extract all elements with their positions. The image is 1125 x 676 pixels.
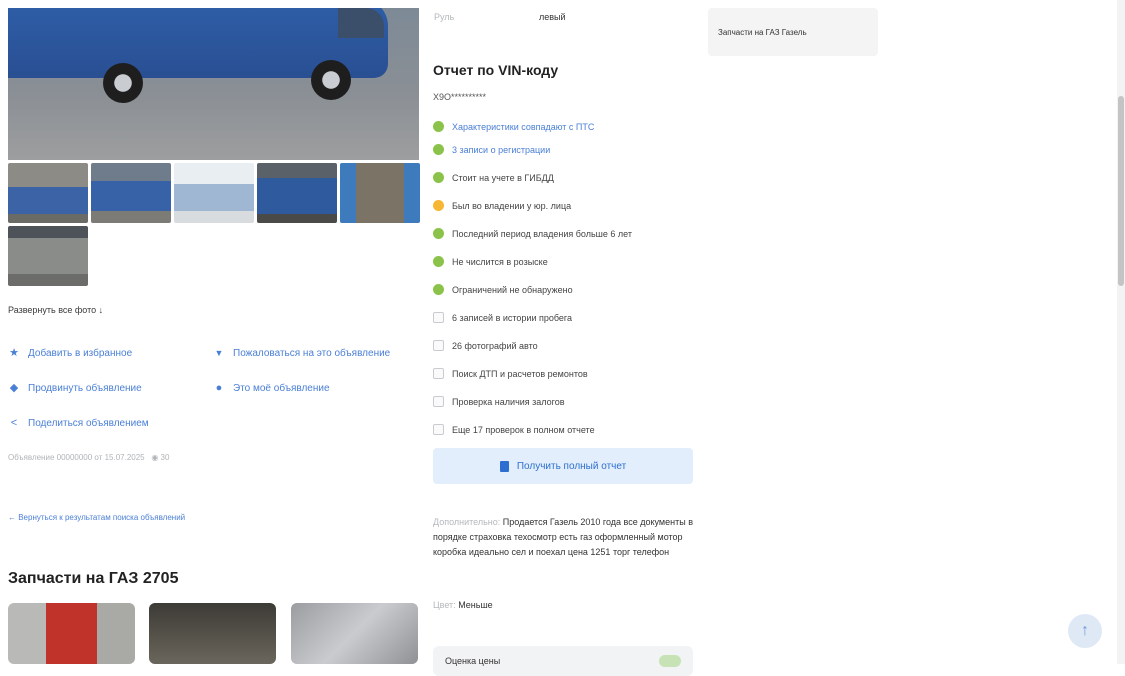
van-window bbox=[338, 8, 384, 38]
locked-check-icon bbox=[433, 368, 444, 379]
warning-circle-icon bbox=[433, 200, 444, 211]
scrollbar-thumb[interactable] bbox=[1118, 96, 1124, 286]
expand-photos-link[interactable]: Развернуть все фото ↓ bbox=[8, 305, 103, 315]
document-icon bbox=[499, 460, 509, 472]
vin-check-item: 6 записей в истории пробега bbox=[433, 312, 572, 323]
vin-code: X9O********** bbox=[433, 92, 487, 102]
vin-check-item: Стоит на учете в ГИБДД bbox=[433, 172, 554, 183]
vin-check-item: Был во владении у юр. лица bbox=[433, 200, 571, 211]
locked-check-icon bbox=[433, 424, 444, 435]
check-text: Характеристики совпадают с ПТС bbox=[452, 121, 595, 132]
toggle-icon bbox=[659, 655, 681, 667]
vin-check-item: Ограничений не обнаружено bbox=[433, 284, 573, 295]
button-label: Получить полный отчет bbox=[516, 460, 627, 472]
vin-check-item[interactable]: 3 записи о регистрации bbox=[433, 144, 550, 155]
check-circle-icon bbox=[433, 121, 444, 132]
parts-section-title: Запчасти на ГАЗ 2705 bbox=[8, 570, 179, 587]
thumbnail[interactable] bbox=[340, 163, 420, 223]
vin-check-item: Проверка наличия залогов bbox=[433, 396, 565, 407]
main-photo[interactable] bbox=[8, 8, 419, 160]
share-icon: < bbox=[10, 417, 18, 429]
person-icon: ● bbox=[215, 382, 223, 394]
vin-check-item: Не числится в розыске bbox=[433, 256, 548, 267]
get-full-report-button[interactable]: Получить полный отчет bbox=[433, 448, 693, 484]
param-steering: Руль левый bbox=[434, 12, 566, 22]
my-ad-button[interactable]: ● Это моё объявление bbox=[213, 382, 330, 394]
vin-check-item: 26 фотографий авто bbox=[433, 340, 538, 351]
vin-check-item: Последний период владения больше 6 лет bbox=[433, 228, 632, 239]
locked-check-icon bbox=[433, 340, 444, 351]
check-circle-icon bbox=[433, 228, 444, 239]
color-row: Цвет: Меньше bbox=[433, 600, 493, 610]
arrow-up-icon: ↑ bbox=[1081, 622, 1089, 639]
van-wheel bbox=[311, 60, 351, 100]
check-text: Был во владении у юр. лица bbox=[452, 200, 572, 211]
vin-check-item: Еще 17 проверок в полном отчете bbox=[433, 424, 595, 435]
check-text: 26 фотографий авто bbox=[452, 340, 538, 351]
part-card[interactable] bbox=[291, 603, 418, 664]
check-text: Не числится в розыске bbox=[452, 256, 548, 267]
param-label: Руль bbox=[434, 12, 455, 22]
locked-check-icon bbox=[433, 312, 444, 323]
action-label: Добавить в избранное bbox=[28, 347, 133, 359]
share-ad-button[interactable]: < Поделиться объявлением bbox=[8, 417, 149, 429]
check-text: Ограничений не обнаружено bbox=[452, 284, 573, 295]
description-label: Дополнительно: bbox=[433, 517, 501, 527]
param-value: левый bbox=[539, 12, 566, 22]
action-label: Продвинуть объявление bbox=[28, 382, 142, 394]
color-value: Меньше bbox=[458, 600, 493, 610]
action-label: Поделиться объявлением bbox=[28, 417, 149, 429]
view-count: 30 bbox=[160, 453, 170, 462]
vin-report-title: Отчет по VIN-коду bbox=[433, 62, 559, 78]
scroll-to-top-button[interactable]: ↑ bbox=[1068, 614, 1102, 648]
check-text: Поиск ДТП и расчетов ремонтов bbox=[452, 368, 588, 379]
action-label: Пожаловаться на это объявление bbox=[233, 347, 391, 359]
star-icon: ★ bbox=[9, 347, 19, 359]
check-text: Еще 17 проверок в полном отчете bbox=[452, 424, 595, 435]
check-circle-icon bbox=[433, 256, 444, 267]
check-circle-icon bbox=[433, 144, 444, 155]
price-estimate-card[interactable]: Оценка цены bbox=[433, 646, 693, 676]
thumbnail[interactable] bbox=[8, 226, 88, 286]
van-wheel bbox=[103, 63, 143, 103]
ad-description: Дополнительно: Продается Газель 2010 год… bbox=[433, 515, 698, 560]
check-text: 6 записей в истории пробега bbox=[452, 312, 573, 323]
price-estimate-label: Оценка цены bbox=[445, 656, 501, 666]
action-label: Это моё объявление bbox=[233, 382, 330, 394]
thumbnail[interactable] bbox=[174, 163, 254, 223]
ad-meta: Объявление 00000000 от 15.07.2025 ◉ 30 bbox=[8, 453, 169, 462]
color-label: Цвет: bbox=[433, 600, 456, 610]
part-card[interactable] bbox=[149, 603, 276, 664]
thumbnail[interactable] bbox=[8, 163, 88, 223]
check-text: Стоит на учете в ГИБДД bbox=[452, 172, 554, 183]
locked-check-icon bbox=[433, 396, 444, 407]
eye-icon: ◉ bbox=[151, 453, 159, 462]
thumbs-down-icon: ▼ bbox=[214, 348, 224, 358]
check-circle-icon bbox=[433, 284, 444, 295]
check-text: 3 записи о регистрации bbox=[452, 144, 551, 155]
check-circle-icon bbox=[433, 172, 444, 183]
thumbnail[interactable] bbox=[91, 163, 171, 223]
thumbnail[interactable] bbox=[257, 163, 337, 223]
report-ad-button[interactable]: ▼ Пожаловаться на это объявление bbox=[213, 347, 391, 359]
ad-date: Объявление 00000000 от 15.07.2025 bbox=[8, 453, 145, 462]
rocket-icon: ◆ bbox=[9, 382, 19, 394]
vin-check-item[interactable]: Характеристики совпадают с ПТС bbox=[433, 121, 594, 132]
vin-check-item: Поиск ДТП и расчетов ремонтов bbox=[433, 368, 588, 379]
check-text: Последний период владения больше 6 лет bbox=[452, 228, 632, 239]
part-card[interactable] bbox=[8, 603, 135, 664]
sidebar-parts-card[interactable]: Запчасти на ГАЗ Газель bbox=[708, 8, 878, 56]
promote-ad-button[interactable]: ◆ Продвинуть объявление bbox=[8, 382, 142, 394]
check-text: Проверка наличия залогов bbox=[452, 396, 565, 407]
back-to-search-link[interactable]: ← Вернуться к результатам поиска объявле… bbox=[8, 513, 185, 522]
add-to-favorites-button[interactable]: ★ Добавить в избранное bbox=[8, 347, 132, 359]
sidebar-card-text: Запчасти на ГАЗ Газель bbox=[718, 27, 807, 37]
